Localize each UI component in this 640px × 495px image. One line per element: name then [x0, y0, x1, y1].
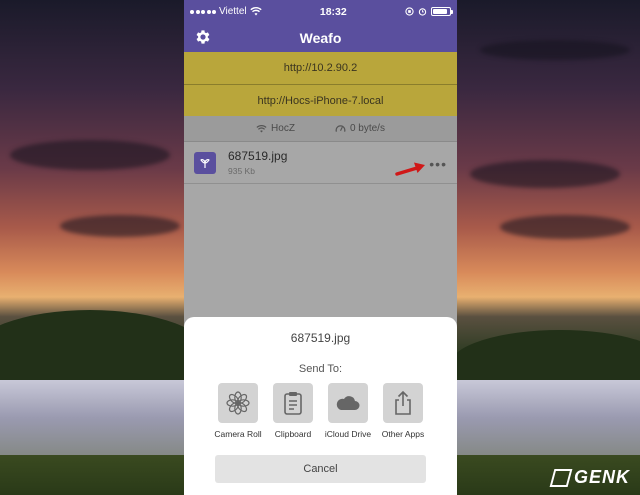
file-thumbnail-icon	[194, 151, 216, 174]
camera-roll-button[interactable]: Camera Roll	[214, 383, 262, 439]
other-apps-button[interactable]: Other Apps	[381, 383, 425, 439]
genk-logo-icon	[549, 468, 573, 487]
clipboard-label: Clipboard	[274, 429, 312, 439]
watermark-text: GENK	[573, 467, 630, 487]
battery-icon	[430, 7, 453, 16]
app-title: Weafo	[299, 29, 342, 46]
connection-info-bar: HocZ 0 byte/s	[184, 116, 457, 142]
clock: 18:32	[319, 5, 347, 18]
icloud-drive-button[interactable]: iCloud Drive	[324, 383, 372, 439]
clipboard-icon	[284, 392, 302, 415]
speedometer-icon	[335, 125, 346, 132]
camera-roll-label: Camera Roll	[214, 429, 262, 439]
wifi-icon	[256, 124, 267, 133]
send-to-label: Send To:	[298, 363, 343, 375]
file-size: 935 Kb	[228, 166, 255, 176]
sheet-title: 687519.jpg	[290, 331, 351, 345]
status-bar: Viettel 18:32	[184, 0, 457, 23]
server-url-panel: http://10.2.90.2 http://Hocs-iPhone-7.lo…	[184, 52, 457, 116]
phone-screen: Viettel 18:32 Weafo http://10.2.90.2 htt…	[184, 0, 457, 495]
carrier-label: Viettel	[219, 6, 247, 17]
red-arrow-annotation	[395, 162, 425, 176]
ip-url[interactable]: http://10.2.90.2	[184, 52, 457, 84]
alarm-icon	[418, 8, 427, 16]
nav-bar: Weafo	[184, 23, 457, 52]
wifi-icon	[249, 7, 262, 16]
hostname-url[interactable]: http://Hocs-iPhone-7.local	[184, 84, 457, 116]
icloud-drive-label: iCloud Drive	[324, 429, 372, 439]
file-name: 687519.jpg	[228, 149, 288, 163]
share-targets: Camera Roll Clipboard iCloud Drive Other…	[184, 383, 457, 439]
genk-watermark: GENK	[549, 467, 630, 488]
gear-icon[interactable]	[194, 28, 212, 46]
network-name: HocZ	[271, 123, 295, 134]
other-apps-label: Other Apps	[381, 429, 425, 439]
signal-icon	[190, 9, 216, 14]
share-sheet: 687519.jpg Send To: Camera Roll Clipboar…	[184, 317, 457, 495]
cancel-button[interactable]: Cancel	[215, 455, 426, 483]
share-icon	[395, 390, 411, 415]
clipboard-button[interactable]: Clipboard	[273, 383, 313, 439]
transfer-speed: 0 byte/s	[349, 123, 385, 134]
icloud-icon	[336, 396, 360, 410]
orientation-lock-icon	[405, 7, 414, 16]
camera-roll-icon	[226, 391, 250, 415]
more-options-button[interactable]: •••	[429, 156, 447, 172]
